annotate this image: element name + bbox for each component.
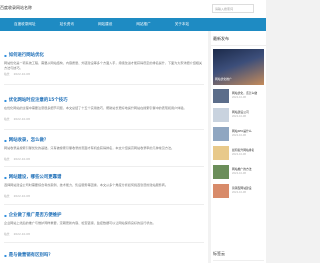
post-title[interactable]: 如何进行网站优化 (9, 52, 44, 58)
article-icon: ▪ (4, 52, 7, 58)
site-logo[interactable]: 百度收录网站名称 (0, 5, 32, 11)
post-excerpt: 在优化网站的过程中需要注意很多细节问题，本文总结了十五个实用技巧，帮助站长更好地… (4, 106, 187, 110)
post-list: ▪ 如何进行网站优化 网站优化是一项系统工程，需要从网站结构、内容质量、外链建设等… (0, 31, 208, 263)
post-date: 2022-10-08 (13, 117, 30, 121)
sidebar-item[interactable]: 营销型网站建设 2022-10-08 (213, 183, 264, 199)
post-meta: 站长 2022-10-08 (4, 232, 204, 236)
post-item: ▪ 企业做了推广是否方便维护 企业网站上线后的推广与维护同样重要，定期更新内容、检… (4, 212, 204, 237)
search-input[interactable]: 请输入搜索词 (212, 4, 254, 13)
post-meta: 站长 2022-10-08 (4, 194, 204, 198)
sidebar-item-date: 2022-10-08 (232, 172, 246, 175)
sidebar-banner[interactable]: 网站优化推广 (213, 49, 264, 85)
divider (4, 242, 204, 243)
post-author: 站长 (4, 72, 10, 76)
article-icon: ▪ (4, 97, 7, 103)
nav-item-2[interactable]: 站长资讯 (60, 22, 74, 27)
sidebar-item-date: 2022-10-08 (232, 134, 246, 137)
post-author: 站长 (4, 117, 10, 121)
divider (4, 166, 204, 167)
thumbnail-image (213, 165, 229, 179)
sidebar-item[interactable]: 网站优化，该怎么做 2022-10-08 (213, 88, 264, 104)
post-title-link[interactable]: ▪ 如何进行网站优化 (4, 52, 204, 59)
article-icon: ▪ (4, 212, 7, 218)
post-item: ▪ 如何进行网站优化 网站优化是一项系统工程，需要从网站结构、内容质量、外链建设等… (4, 52, 204, 77)
divider (4, 129, 204, 130)
sidebar-item-date: 2022-10-08 (232, 153, 246, 156)
sidebar-item[interactable]: 网站推广的方法 2022-10-08 (213, 164, 264, 180)
sidebar-item[interactable]: 如何提升网站排名 2022-10-08 (213, 145, 264, 161)
thumbnail-image (213, 146, 229, 160)
post-date: 2022-10-08 (13, 72, 30, 76)
post-meta: 站长 2022-10-08 (4, 117, 204, 121)
post-excerpt: 选择网站建设公司时需要综合考虑案例、技术能力、售后服务等因素，本文从多个角度分析… (4, 183, 168, 187)
article-icon: ▪ (4, 252, 7, 258)
post-author: 站长 (4, 157, 10, 161)
post-title[interactable]: 企业做了推广是否方便维护 (9, 212, 62, 218)
post-date: 2022-10-08 (13, 157, 30, 161)
site-header: 百度收录网站名称 请输入搜索词 (0, 0, 266, 18)
post-item: ▪ 网站收录，怎么做？ 网站收录是搜索引擎优化的基础，只有被搜索引擎收录的页面才有… (4, 137, 204, 162)
sidebar-item[interactable]: 网站SEO是什么 2022-10-08 (213, 126, 264, 142)
post-title-link[interactable]: ▪ 网站收录，怎么做？ (4, 137, 204, 144)
post-date: 2022-10-08 (13, 232, 30, 236)
post-title-link[interactable]: ▪ 优化网站时应注意的15个技巧 (4, 97, 204, 104)
thumbnail-image (213, 127, 229, 141)
main-nav: 百度收录网址 站长资讯 网站建设 网站推广 关于本站 (0, 18, 266, 31)
post-excerpt: 网站收录是搜索引擎优化的基础，只有被搜索引擎收录的页面才有机会获得排名，本文介绍… (4, 146, 175, 150)
sidebar: 最新发布 网站优化推广 网站优化，该怎么做 2022-10-08 网站建设公司 20… (211, 31, 266, 263)
post-title-link[interactable]: ▪ 企业做了推广是否方便维护 (4, 212, 204, 219)
sidebar-title-tags: 标签云 (213, 251, 264, 261)
thumbnail-image (213, 108, 229, 122)
article-icon: ▪ (4, 137, 7, 143)
thumbnail-image (213, 89, 229, 103)
sidebar-item-date: 2022-10-08 (232, 115, 246, 118)
post-meta: 站长 2022-10-08 (4, 157, 204, 161)
banner-caption: 网站优化推广 (215, 77, 232, 81)
post-meta: 站长 2022-10-08 (4, 72, 204, 76)
article-icon: ▪ (4, 174, 7, 180)
post-author: 站长 (4, 194, 10, 198)
nav-item-1[interactable]: 百度收录网址 (14, 22, 36, 27)
sidebar-item-date: 2022-10-08 (232, 191, 246, 194)
post-title[interactable]: 优化网站时应注意的15个技巧 (9, 97, 68, 103)
sidebar-item-date: 2022-10-08 (232, 96, 246, 99)
nav-item-5[interactable]: 关于本站 (175, 22, 189, 27)
post-item: ▪ 是与做营销有区别吗？ (4, 252, 204, 259)
nav-item-3[interactable]: 网站建设 (98, 22, 112, 27)
post-item: ▪ 优化网站时应注意的15个技巧 在优化网站的过程中需要注意很多细节问题，本文总结… (4, 97, 204, 122)
post-title-link[interactable]: ▪ 是与做营销有区别吗？ (4, 252, 204, 259)
sidebar-title: 最新发布 (211, 31, 266, 46)
thumbnail-image (213, 184, 229, 198)
post-excerpt: 企业网站上线后的推广与维护同样重要，定期更新内容、检查链接、监控数据可以让网站保… (4, 221, 156, 225)
post-title[interactable]: 是与做营销有区别吗？ (9, 252, 53, 258)
post-date: 2022-10-08 (13, 194, 30, 198)
post-author: 站长 (4, 232, 10, 236)
post-title-link[interactable]: ▪ 网站建设，哪些公司更靠谱 (4, 174, 204, 181)
sidebar-item[interactable]: 网站建设公司 2022-10-08 (213, 107, 264, 123)
post-title[interactable]: 网站收录，怎么做？ (9, 137, 49, 143)
divider (4, 84, 204, 85)
nav-item-4[interactable]: 网站推广 (136, 22, 150, 27)
divider (4, 204, 204, 205)
post-item: ▪ 网站建设，哪些公司更靠谱 选择网站建设公司时需要综合考虑案例、技术能力、售后服… (4, 174, 204, 199)
post-title[interactable]: 网站建设，哪些公司更靠谱 (9, 174, 62, 180)
post-excerpt: 网站优化是一项系统工程，需要从网站结构、内容质量、外链建设等多个方面入手，持续改… (4, 61, 202, 70)
